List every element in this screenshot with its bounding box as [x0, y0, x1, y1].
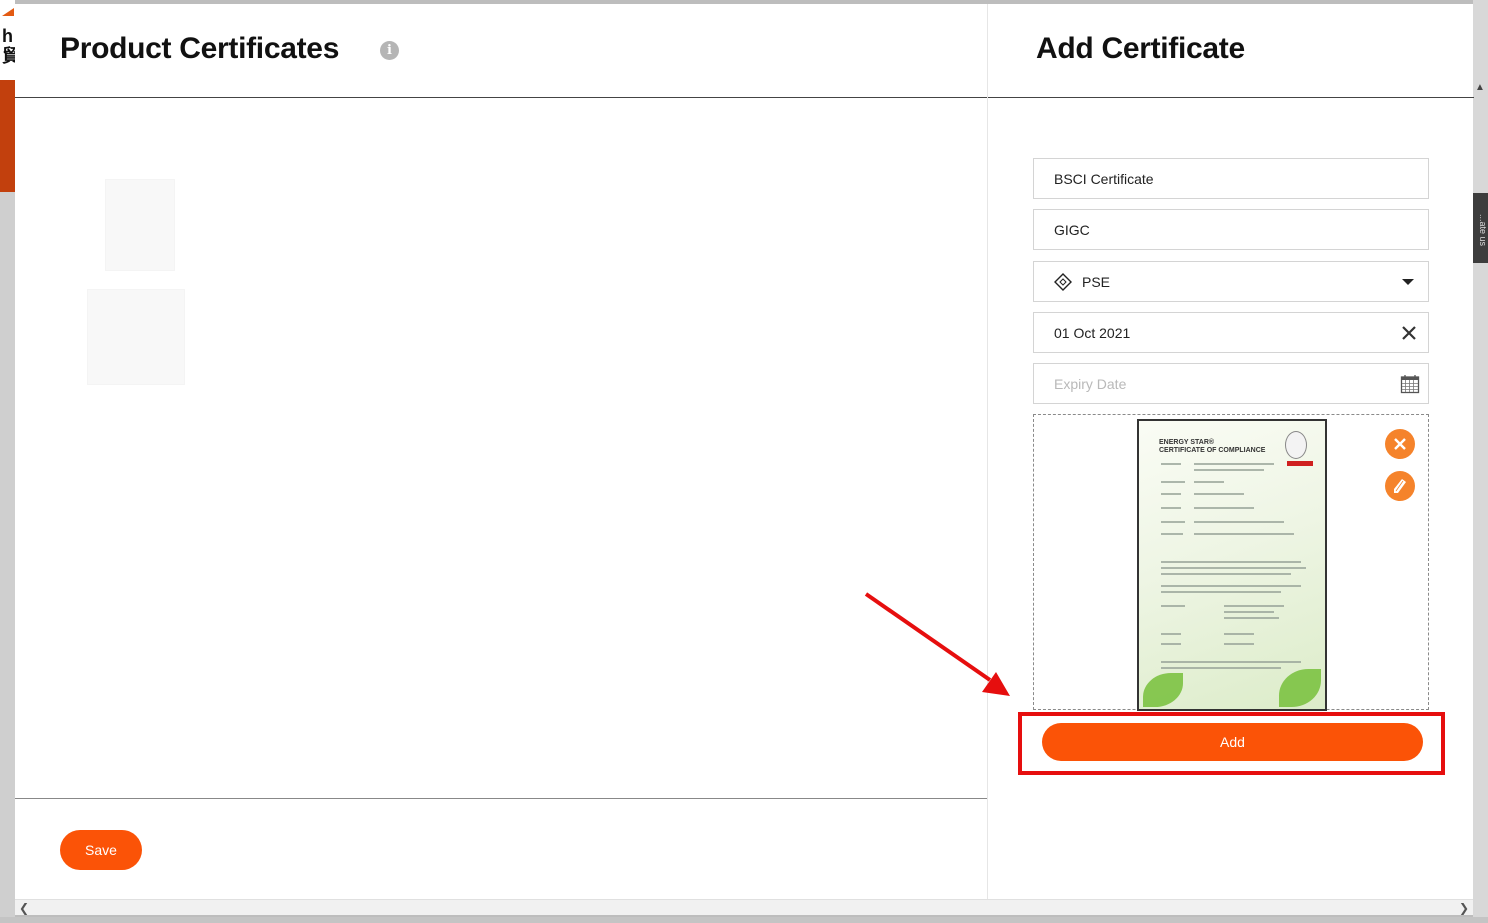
certificate-type-select[interactable]: PSE	[1033, 261, 1429, 302]
close-icon	[1394, 438, 1406, 450]
background-banner	[0, 80, 15, 192]
annotation-arrow-icon	[864, 592, 1010, 696]
horizontal-scrollbar[interactable]: ❮ ❯	[15, 899, 1473, 915]
scroll-up-icon[interactable]: ▲	[1475, 82, 1485, 93]
ghost-thumbnail	[105, 179, 175, 271]
pencil-icon	[1394, 479, 1406, 493]
remove-image-button[interactable]	[1385, 429, 1415, 459]
issuer-field[interactable]: GIGC	[1033, 209, 1429, 250]
issue-date-value: 01 Oct 2021	[1054, 324, 1131, 341]
certificate-image-header: ENERGY STAR® CERTIFICATE OF COMPLIANCE	[1159, 439, 1266, 454]
background-page-right	[1473, 0, 1488, 923]
logo-text: h 貿	[2, 26, 15, 66]
info-icon[interactable]: i	[380, 41, 399, 60]
product-certificates-pane: Product Certificates i Save	[15, 4, 987, 899]
issue-date-field[interactable]: 01 Oct 2021	[1033, 312, 1429, 353]
brand-tag	[1287, 461, 1313, 466]
annotation-highlight-box	[1018, 712, 1445, 775]
certificate-name-field[interactable]: BSCI Certificate	[1033, 158, 1429, 199]
certificate-list-area	[15, 99, 987, 799]
background-logo: h 貿	[0, 0, 15, 80]
panel-title: Add Certificate	[1036, 32, 1245, 65]
certificate-upload-area[interactable]: ENERGY STAR® CERTIFICATE OF COMPLIANCE	[1033, 414, 1429, 711]
certificate-name-value: BSCI Certificate	[1054, 170, 1154, 187]
logo-mark-icon	[2, 8, 14, 16]
background-page-bottom	[0, 917, 1488, 923]
right-header: Add Certificate	[988, 4, 1474, 98]
left-footer: Save	[15, 798, 987, 899]
calendar-icon[interactable]	[1400, 374, 1420, 394]
issuer-value: GIGC	[1054, 221, 1090, 238]
ghost-thumbnail	[87, 289, 185, 385]
close-icon[interactable]	[1398, 322, 1420, 344]
edit-image-button[interactable]	[1385, 471, 1415, 501]
certificate-image-preview: ENERGY STAR® CERTIFICATE OF COMPLIANCE	[1137, 419, 1327, 711]
chevron-down-icon[interactable]	[1402, 279, 1414, 285]
seal-icon	[1285, 431, 1307, 459]
scroll-left-icon[interactable]: ❮	[19, 901, 29, 915]
tag-icon	[1054, 272, 1072, 291]
side-feedback-tab[interactable]: ...ate us	[1473, 193, 1488, 263]
expiry-date-placeholder: Expiry Date	[1054, 375, 1127, 392]
page-title: Product Certificates	[60, 32, 340, 65]
scroll-right-icon[interactable]: ❯	[1459, 901, 1469, 915]
certificate-type-value: PSE	[1082, 273, 1111, 290]
expiry-date-field[interactable]: Expiry Date	[1033, 363, 1429, 404]
left-header: Product Certificates i	[15, 4, 987, 98]
save-button[interactable]: Save	[60, 830, 142, 870]
